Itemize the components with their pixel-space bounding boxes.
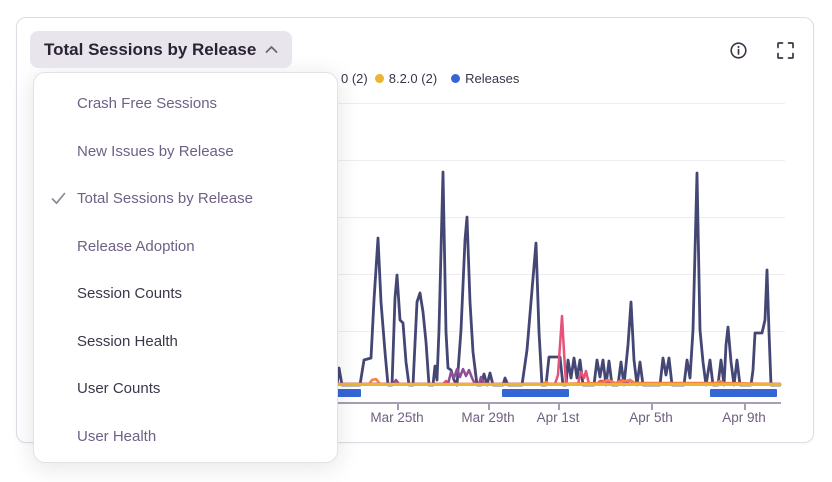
menu-item-session-counts[interactable]: Session Counts xyxy=(34,270,337,318)
menu-item-total-sessions-by-release[interactable]: Total Sessions by Release xyxy=(34,175,337,223)
menu-item-label: Total Sessions by Release xyxy=(77,190,253,207)
checkmark-icon xyxy=(50,190,67,207)
menu-item-user-health[interactable]: User Health xyxy=(34,413,337,461)
menu-item-label: Crash Free Sessions xyxy=(77,95,217,112)
legend-item-label: Releases xyxy=(465,71,519,86)
chart-legend: 0 (2) 8.2.0 (2) Releases xyxy=(341,70,519,87)
menu-item-release-adoption[interactable]: Release Adoption xyxy=(34,223,337,271)
legend-item-releases[interactable]: Releases xyxy=(451,71,519,86)
x-axis-label: Apr 1st xyxy=(537,410,580,425)
fullscreen-icon[interactable] xyxy=(777,42,794,59)
menu-item-label: Release Adoption xyxy=(77,238,195,255)
menu-item-user-counts[interactable]: User Counts xyxy=(34,365,337,413)
x-axis-label: Apr 5th xyxy=(629,410,673,425)
release-bar[interactable] xyxy=(337,389,361,397)
menu-item-label: Session Health xyxy=(77,333,178,350)
legend-dot-icon xyxy=(375,74,384,83)
menu-item-label: User Health xyxy=(77,428,156,445)
menu-item-label: User Counts xyxy=(77,380,160,397)
page: 8.0.1 (1) 8.0.256 (2) 8.1.0 (2) 8.1.5 0 … xyxy=(0,0,832,482)
widget-type-dropdown-menu: Crash Free Sessions New Issues by Release… xyxy=(33,72,338,463)
legend-item-8-2-0-2-[interactable]: 8.2.0 (2) xyxy=(375,71,437,86)
menu-item-crash-free-sessions[interactable]: Crash Free Sessions xyxy=(34,80,337,128)
release-bar[interactable] xyxy=(502,389,569,397)
legend-item-clipped[interactable]: 0 (2) xyxy=(341,71,368,86)
legend-dot-icon xyxy=(451,74,460,83)
legend-item-label: 8.2.0 (2) xyxy=(389,71,437,86)
x-axis-label: Apr 9th xyxy=(722,410,766,425)
menu-item-session-health[interactable]: Session Health xyxy=(34,318,337,366)
menu-item-new-issues-by-release[interactable]: New Issues by Release xyxy=(34,128,337,176)
widget-title: Total Sessions by Release xyxy=(44,40,256,60)
menu-item-label: Session Counts xyxy=(77,285,182,302)
x-axis-label: Mar 29th xyxy=(461,410,514,425)
widget-title-dropdown-button[interactable]: Total Sessions by Release xyxy=(30,31,292,68)
menu-item-label: New Issues by Release xyxy=(77,143,234,160)
x-axis-label: Mar 25th xyxy=(370,410,423,425)
info-icon[interactable] xyxy=(730,42,747,59)
release-bar[interactable] xyxy=(710,389,777,397)
chevron-up-icon xyxy=(265,45,278,54)
